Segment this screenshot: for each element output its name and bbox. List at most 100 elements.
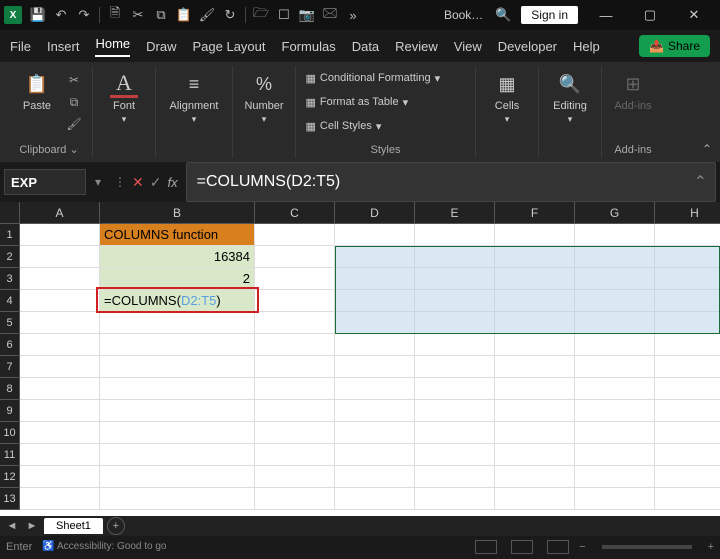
col-header-D[interactable]: D	[335, 202, 415, 224]
sheet-tab[interactable]: Sheet1	[44, 518, 103, 534]
cell[interactable]	[495, 444, 575, 466]
cut-button[interactable]: ✂	[64, 70, 84, 90]
new-icon[interactable]: 🗎	[105, 5, 125, 25]
cell[interactable]	[100, 334, 255, 356]
cell[interactable]	[415, 378, 495, 400]
cell[interactable]	[100, 356, 255, 378]
cell-F1[interactable]	[495, 224, 575, 246]
col-header-B[interactable]: B	[100, 202, 255, 224]
cell[interactable]	[100, 400, 255, 422]
cell-C1[interactable]	[255, 224, 335, 246]
cell[interactable]	[255, 378, 335, 400]
col-header-G[interactable]: G	[575, 202, 655, 224]
col-header-A[interactable]: A	[20, 202, 100, 224]
page-layout-view-button[interactable]	[511, 540, 533, 554]
row-header[interactable]: 4	[0, 290, 20, 312]
name-box-dropdown[interactable]: ▾	[90, 175, 106, 189]
tab-home[interactable]: Home	[95, 36, 130, 57]
zoom-in-button[interactable]: +	[708, 541, 714, 553]
undo-icon[interactable]: ↶	[51, 5, 71, 25]
cell[interactable]	[335, 356, 415, 378]
cell-C3[interactable]	[255, 268, 335, 290]
cell[interactable]	[20, 422, 100, 444]
cell[interactable]	[100, 378, 255, 400]
cell[interactable]	[100, 466, 255, 488]
name-box[interactable]: EXP	[4, 169, 86, 195]
cell[interactable]	[335, 466, 415, 488]
fx-button[interactable]: fx	[167, 175, 177, 190]
tab-help[interactable]: Help	[573, 39, 600, 54]
tab-file[interactable]: File	[10, 39, 31, 54]
col-header-E[interactable]: E	[415, 202, 495, 224]
more-icon[interactable]: »	[343, 5, 363, 25]
cell[interactable]	[255, 356, 335, 378]
cell-A4[interactable]	[20, 290, 100, 312]
cell[interactable]	[335, 378, 415, 400]
format-as-table-button[interactable]: ▦Format as Table▾	[306, 92, 466, 112]
search-icon[interactable]: 🔍	[493, 5, 513, 25]
font-button[interactable]: A Font ▾	[101, 70, 147, 125]
cell-D1[interactable]	[335, 224, 415, 246]
cell[interactable]	[20, 334, 100, 356]
tab-view[interactable]: View	[454, 39, 482, 54]
cell[interactable]	[495, 378, 575, 400]
cell[interactable]	[20, 444, 100, 466]
collapse-ribbon-button[interactable]: ⌃	[702, 142, 712, 156]
cell[interactable]	[255, 466, 335, 488]
cell[interactable]	[495, 334, 575, 356]
alignment-button[interactable]: ≡ Alignment ▾	[164, 70, 224, 125]
accessibility-status[interactable]: ♿ Accessibility: Good to go	[42, 541, 166, 552]
row-header[interactable]: 1	[0, 224, 20, 246]
row-header[interactable]: 8	[0, 378, 20, 400]
repeat-icon[interactable]: ↻	[220, 5, 240, 25]
close-button[interactable]: ✕	[672, 0, 716, 30]
cell[interactable]	[415, 356, 495, 378]
row-header[interactable]: 3	[0, 268, 20, 290]
sign-in-button[interactable]: Sign in	[521, 6, 578, 24]
col-header-F[interactable]: F	[495, 202, 575, 224]
tab-developer[interactable]: Developer	[498, 39, 557, 54]
row-header[interactable]: 11	[0, 444, 20, 466]
formula-bar[interactable]: =COLUMNS(D2:T5) ⌃	[186, 162, 716, 202]
tab-draw[interactable]: Draw	[146, 39, 176, 54]
cell[interactable]	[335, 444, 415, 466]
cell-A2[interactable]	[20, 246, 100, 268]
cancel-button[interactable]: ✕	[132, 174, 144, 191]
cell[interactable]	[255, 400, 335, 422]
cell[interactable]	[655, 422, 720, 444]
row-header[interactable]: 9	[0, 400, 20, 422]
document-name[interactable]: Book…	[444, 8, 483, 22]
cell[interactable]	[495, 488, 575, 510]
camera-icon[interactable]: 📷	[297, 5, 317, 25]
tab-formulas[interactable]: Formulas	[282, 39, 336, 54]
minimize-button[interactable]: —	[584, 0, 628, 30]
cell-C4[interactable]	[255, 290, 335, 312]
cells-button[interactable]: ▦ Cells ▾	[484, 70, 530, 125]
row-header[interactable]: 2	[0, 246, 20, 268]
cell[interactable]	[575, 356, 655, 378]
cell[interactable]	[100, 488, 255, 510]
cell[interactable]	[20, 312, 100, 334]
tab-page-layout[interactable]: Page Layout	[193, 39, 266, 54]
col-header-C[interactable]: C	[255, 202, 335, 224]
cell[interactable]	[100, 444, 255, 466]
cell[interactable]	[655, 466, 720, 488]
cell[interactable]	[255, 444, 335, 466]
cell[interactable]	[415, 488, 495, 510]
cell-B1[interactable]: COLUMNS function	[100, 224, 255, 246]
cell[interactable]	[575, 422, 655, 444]
cell[interactable]	[20, 400, 100, 422]
cell-B2[interactable]: 16384	[100, 246, 255, 268]
sheet-prev-button[interactable]: ◄	[4, 520, 20, 532]
cell[interactable]	[655, 444, 720, 466]
cell-E1[interactable]	[415, 224, 495, 246]
addins-button[interactable]: ⊞ Add-ins	[610, 70, 656, 112]
cell[interactable]	[655, 378, 720, 400]
cell[interactable]	[575, 400, 655, 422]
cell[interactable]	[20, 488, 100, 510]
format-painter-button[interactable]: 🖌	[64, 114, 84, 134]
row-header[interactable]: 12	[0, 466, 20, 488]
cell[interactable]	[255, 334, 335, 356]
cell[interactable]	[255, 422, 335, 444]
cell[interactable]	[575, 488, 655, 510]
